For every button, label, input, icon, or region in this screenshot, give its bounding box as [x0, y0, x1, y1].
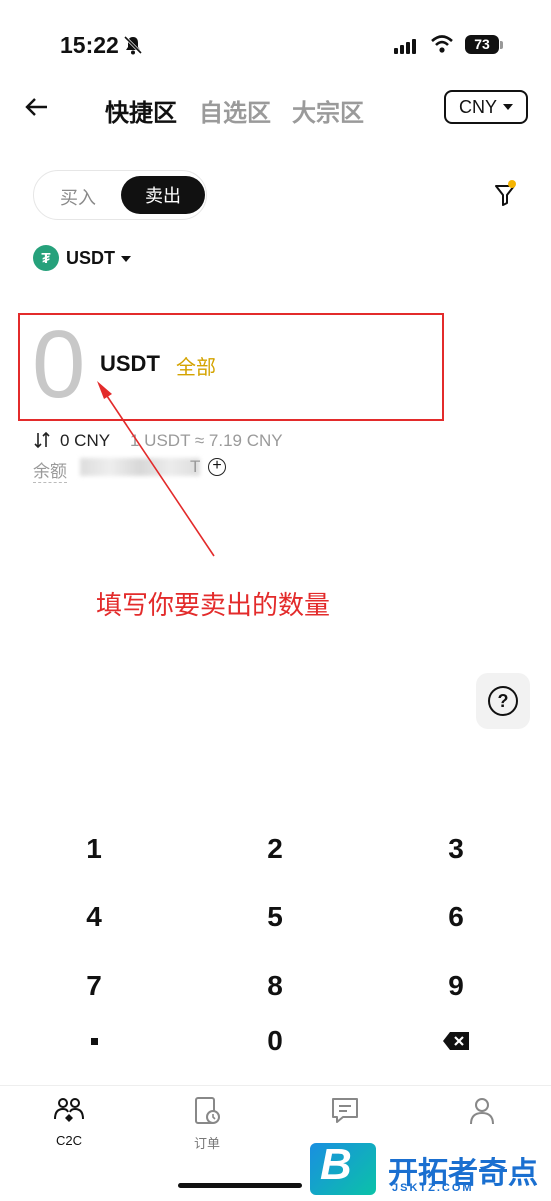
nav-item-chat[interactable]	[295, 1095, 395, 1133]
help-button[interactable]: ?	[476, 673, 530, 729]
buy-tab[interactable]: 买入	[60, 184, 96, 210]
battery-icon: 73	[465, 35, 499, 54]
key-8[interactable]: 8	[205, 961, 345, 1011]
signal-icon	[394, 36, 418, 54]
key-3[interactable]: 3	[386, 824, 526, 874]
watermark-subtitle: JSKTZ.COM	[392, 1182, 474, 1194]
key-5[interactable]: 5	[205, 892, 345, 942]
c2c-icon	[54, 1098, 84, 1122]
order-icon	[195, 1097, 220, 1124]
profile-icon	[470, 1098, 494, 1125]
swap-vertical-icon[interactable]	[33, 431, 51, 449]
balance-value-redacted	[80, 458, 200, 476]
key-backspace[interactable]	[386, 1016, 526, 1066]
currency-label: CNY	[458, 96, 497, 117]
key-9[interactable]: 9	[386, 961, 526, 1011]
backspace-icon	[443, 1032, 469, 1050]
chat-icon	[332, 1098, 358, 1123]
key-4[interactable]: 4	[24, 892, 164, 942]
key-2[interactable]: 2	[205, 824, 345, 874]
balance-label: 余额	[33, 457, 67, 483]
amount-unit: USDT	[100, 351, 160, 376]
status-time: 15:22	[60, 32, 119, 58]
balance-suffix: T	[190, 457, 201, 476]
tab-quick[interactable]: 快捷区	[105, 93, 177, 128]
key-0[interactable]: 0	[205, 1016, 345, 1066]
wifi-icon	[431, 35, 453, 53]
caret-down-icon	[503, 104, 513, 110]
filter-badge-dot	[508, 180, 516, 188]
coin-select-label[interactable]: USDT	[66, 248, 115, 269]
nav-label-c2c: C2C	[55, 1133, 82, 1148]
decimal-point-icon	[90, 1037, 98, 1045]
amount-input[interactable]: 0	[32, 315, 85, 415]
key-1[interactable]: 1	[24, 824, 164, 874]
annotation-text: 填写你要卖出的数量	[96, 590, 331, 620]
nav-label-orders: 订单	[193, 1136, 220, 1151]
watermark-logo-letter: B	[320, 1140, 352, 1189]
coin-caret-down-icon[interactable]	[121, 256, 131, 262]
exchange-rate: 1 USDT ≈ 7.19 CNY	[130, 431, 283, 450]
nav-item-orders[interactable]: 订单	[157, 1095, 257, 1152]
currency-select[interactable]: CNY	[444, 90, 528, 124]
sell-tab[interactable]: 卖出	[121, 176, 205, 214]
question-icon: ?	[488, 686, 518, 716]
key-decimal[interactable]	[24, 1016, 164, 1066]
nav-item-c2c[interactable]: C2C	[19, 1095, 119, 1148]
tab-block[interactable]: 大宗区	[292, 93, 364, 128]
battery-cap	[500, 41, 503, 49]
converted-amount: 0 CNY	[60, 431, 111, 450]
tab-watchlist[interactable]: 自选区	[199, 93, 271, 128]
bell-muted-icon	[123, 35, 143, 55]
key-6[interactable]: 6	[386, 892, 526, 942]
home-indicator	[178, 1183, 302, 1188]
back-arrow-icon[interactable]	[24, 94, 50, 120]
all-button[interactable]: 全部	[176, 351, 216, 380]
nav-item-profile[interactable]	[432, 1095, 532, 1133]
key-7[interactable]: 7	[24, 961, 164, 1011]
add-funds-icon[interactable]: +	[208, 458, 226, 476]
tether-icon[interactable]: ₮	[33, 245, 59, 271]
